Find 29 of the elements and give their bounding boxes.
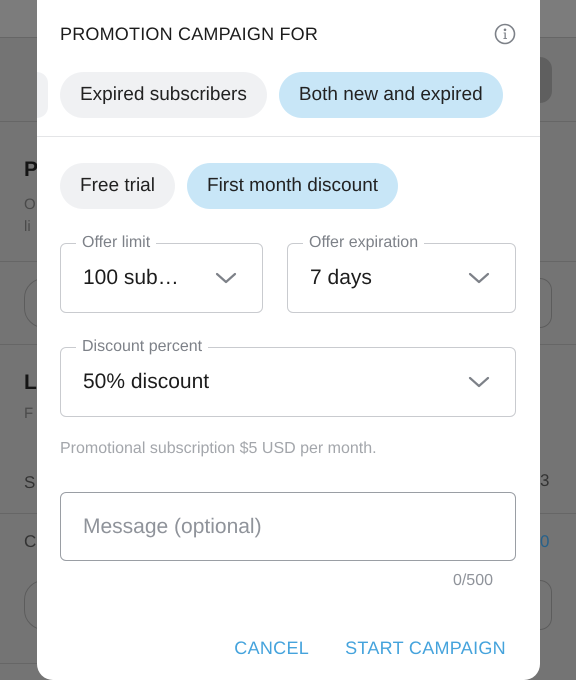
- character-counter: 0/500: [452, 571, 493, 591]
- chip[interactable]: Expired subscribers: [60, 72, 267, 118]
- info-icon[interactable]: [494, 23, 516, 45]
- chevron-down-icon: [468, 376, 490, 388]
- dropdown-value: 50% discount: [83, 369, 210, 396]
- section-heading: P: [24, 157, 37, 183]
- chip-edge[interactable]: [37, 72, 48, 118]
- button-edge[interactable]: [540, 56, 552, 102]
- chevron-down-icon: [215, 272, 237, 284]
- chevron-down-icon: [468, 272, 490, 284]
- chip[interactable]: First month discount: [186, 163, 398, 209]
- dropdown-value: 7 days: [310, 265, 372, 292]
- row-value: 0: [540, 531, 550, 553]
- section-heading: L: [24, 370, 37, 396]
- message-field[interactable]: Message (optional): [60, 492, 516, 561]
- field-label: Offer expiration: [303, 233, 424, 253]
- dialog-title: PROMOTION CAMPAIGN FOR: [60, 22, 318, 46]
- top-bar: [540, 0, 576, 38]
- row-label: C: [24, 531, 37, 553]
- helper-text: Promotional subscription $5 USD per month.: [59, 439, 378, 459]
- chip[interactable]: Free trial: [60, 163, 175, 209]
- row-value: 3: [540, 470, 550, 492]
- field-label: Discount percent: [76, 337, 208, 357]
- top-bar: [0, 0, 37, 38]
- row-label: S: [24, 472, 36, 494]
- button-outline[interactable]: [540, 580, 552, 630]
- dropdown-value: 100 sub…: [83, 265, 179, 292]
- button-outline[interactable]: [540, 278, 552, 328]
- chip[interactable]: Both new and expired: [278, 72, 503, 118]
